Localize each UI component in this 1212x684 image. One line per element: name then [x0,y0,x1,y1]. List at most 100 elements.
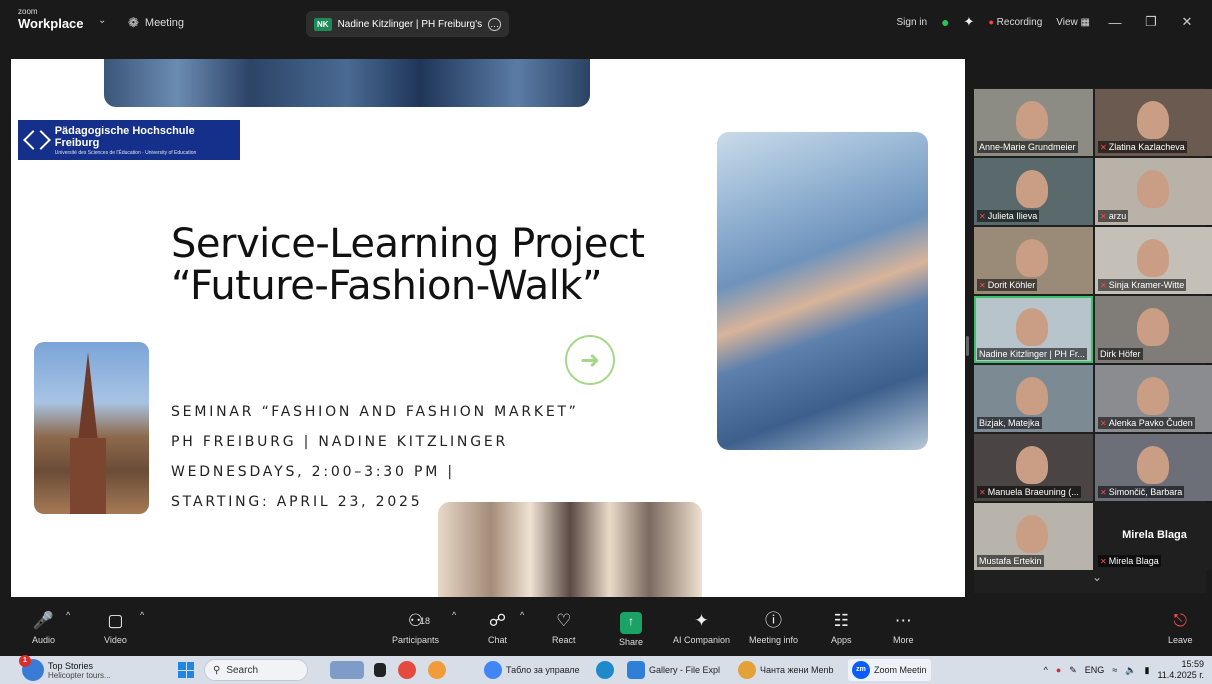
title-bar: zoom Workplace ⌄ ❁ Meeting NK Nadine Kit… [0,0,1212,44]
video-label: Video [104,635,127,645]
apps-button[interactable]: ☷ Apps [831,610,852,645]
view-button[interactable]: View ▦ [1056,17,1090,28]
participant-tile[interactable]: ✕ arzu [1095,158,1212,225]
video-button[interactable]: ▢ Video [104,610,127,645]
task-label: Gallery - File Expl [649,665,721,675]
chat-caret-icon[interactable]: ^ [520,610,524,620]
clock-date: 11.4.2025 г. [1157,670,1204,680]
participant-tile[interactable]: Nadine Kitzlinger | PH Fr... [974,296,1093,363]
participant-name: Mustafa Ertekin [979,556,1042,566]
participant-tile[interactable]: Mirela Blaga ✕ Mirela Blaga [1095,503,1212,570]
record-dot-icon: ● [988,16,994,27]
chevron-down-icon[interactable]: ⌄ [1092,570,1102,584]
firefox-icon[interactable] [398,661,416,679]
taskbar-app-chrome-1[interactable]: Табло за управле [484,656,580,684]
participant-tile[interactable]: ✕ Manuela Braeuning (... [974,434,1093,501]
jeans-photo [104,59,590,107]
participant-video [1016,308,1048,346]
recording-indicator[interactable]: ● Recording [988,17,1042,28]
participant-name: Alenka Pavko Čuden [1108,418,1193,428]
slide-title-line1: Service-Learning Project [171,221,645,267]
zoom-logo[interactable]: zoom Workplace [18,7,84,31]
participants-caret-icon[interactable]: ^ [452,610,456,620]
participant-tile[interactable]: Anne-Marie Grundmeier [974,89,1093,156]
start-button[interactable] [178,656,194,684]
news-widget[interactable]: 1 Top Stories Helicopter tours... [19,655,111,684]
participant-tile[interactable]: ✕ Julieta Ilieva [974,158,1093,225]
clock[interactable]: 15:59 11.4.2025 г. [1157,659,1204,681]
task-label: Чанта жени Menb [760,665,834,675]
edge-icon [596,661,614,679]
participant-name-label: ✕ Sinja Kramer-Witte [1098,279,1187,291]
sign-in-link[interactable]: Sign in [897,17,928,28]
participant-tile[interactable]: ✕ Simončič, Barbara [1095,434,1212,501]
meeting-menu[interactable]: ❁ Meeting [128,15,184,31]
chrome-icon[interactable] [428,661,446,679]
slide-title: Service-Learning Project “Future-Fashion… [171,223,645,307]
seminar-line: PH FREIBURG | NADINE KITZLINGER [171,434,509,450]
taskbar-pinned [330,656,446,684]
pen-icon[interactable]: ✎ [1069,665,1077,676]
chevron-down-icon[interactable]: ⌄ [98,15,106,26]
chrome-icon [484,661,502,679]
video-options-caret-icon[interactable]: ^ [140,610,144,620]
participant-tile[interactable]: ✕ Alenka Pavko Čuden [1095,365,1212,432]
share-label: Share [619,637,644,647]
leave-button[interactable]: ⎋ Leave [1168,610,1193,645]
denim-jacket-photo [717,132,928,450]
participant-tile[interactable]: Bizjak, Matejka [974,365,1093,432]
chat-button[interactable]: ☍ Chat [488,610,507,645]
logo-small-text: zoom [18,7,38,16]
taskbar-app-chrome-2[interactable]: Чанта жени Menb [738,656,834,684]
restore-icon[interactable]: ❐ [1140,14,1162,30]
participant-name-label: Nadine Kitzlinger | PH Fr... [977,348,1087,360]
taskbar-search[interactable]: ⚲ Search [204,656,308,684]
react-button[interactable]: ♡ React [552,610,576,645]
task-view-icon[interactable] [374,663,386,677]
app-tray-icon[interactable]: ● [1056,665,1061,675]
participant-tile[interactable]: ✕ Sinja Kramer-Witte [1095,227,1212,294]
participant-tile[interactable]: Dirk Höfer [1095,296,1212,363]
audio-options-caret-icon[interactable]: ^ [66,610,70,620]
crowd-photo [438,502,702,597]
zoom-icon: zm [852,661,870,679]
share-button[interactable]: ↑ Share [619,610,643,647]
minimize-icon[interactable]: — [1104,15,1126,30]
participant-name-label: Dirk Höfer [1098,348,1143,360]
participants-button[interactable]: ⚇ 18 Participants [392,610,439,645]
taskbar-app-zoom[interactable]: zm Zoom Meetin [848,656,931,684]
shield-icon[interactable]: ● [941,14,949,30]
participant-name-label: Mustafa Ertekin [977,555,1044,567]
zoom-window: zoom Workplace ⌄ ❁ Meeting NK Nadine Kit… [0,0,1212,684]
logo-big-text: Workplace [18,16,84,31]
more-options-icon[interactable]: … [488,17,502,31]
battery-icon[interactable]: ▮ [1144,665,1149,676]
ai-companion-button[interactable]: ✦ AI Companion [673,610,730,645]
audio-button[interactable]: 🎤 Audio [32,610,55,645]
close-icon[interactable]: ✕ [1176,14,1198,30]
volume-icon[interactable]: 🔈 [1125,665,1136,676]
participant-tile[interactable]: ✕ Zlatina Kazlacheva [1095,89,1212,156]
participant-tile[interactable]: ✕ Dorit Köhler [974,227,1093,294]
wifi-icon[interactable]: ≈ [1112,665,1117,675]
leave-label: Leave [1168,635,1193,645]
language-indicator[interactable]: ENG [1085,665,1105,675]
university-subtitle: Université des Sciences de l'Éducation ·… [54,149,197,156]
seminar-line: WEDNESDAYS, 2:00–3:30 PM | [171,464,455,480]
participant-tile[interactable]: Mustafa Ertekin [974,503,1093,570]
widget-image-icon[interactable] [330,661,364,679]
sharer-avatar: NK [314,17,332,31]
taskbar-app-explorer[interactable]: Gallery - File Expl [627,656,720,684]
share-banner[interactable]: NK Nadine Kitzlinger | PH Freiburg's … [306,11,510,37]
taskbar-app-edge[interactable] [596,656,614,684]
arrow-right-icon: ➜ [565,335,615,385]
seminar-line: SEMINAR “FASHION AND FASHION MARKET” [171,404,579,420]
chevron-up-icon[interactable]: ^ [1044,665,1048,675]
panel-resize-handle[interactable] [966,336,969,356]
sparkle-icon[interactable]: ✦ [964,14,975,30]
news-subtitle: Helicopter tours... [48,670,111,680]
task-label: Табло за управле [506,665,580,675]
meeting-info-button[interactable]: ⓘ Meeting info [749,610,798,645]
camera-off-icon: ▢ [107,611,124,630]
more-button[interactable]: ⋯ More [893,610,914,645]
